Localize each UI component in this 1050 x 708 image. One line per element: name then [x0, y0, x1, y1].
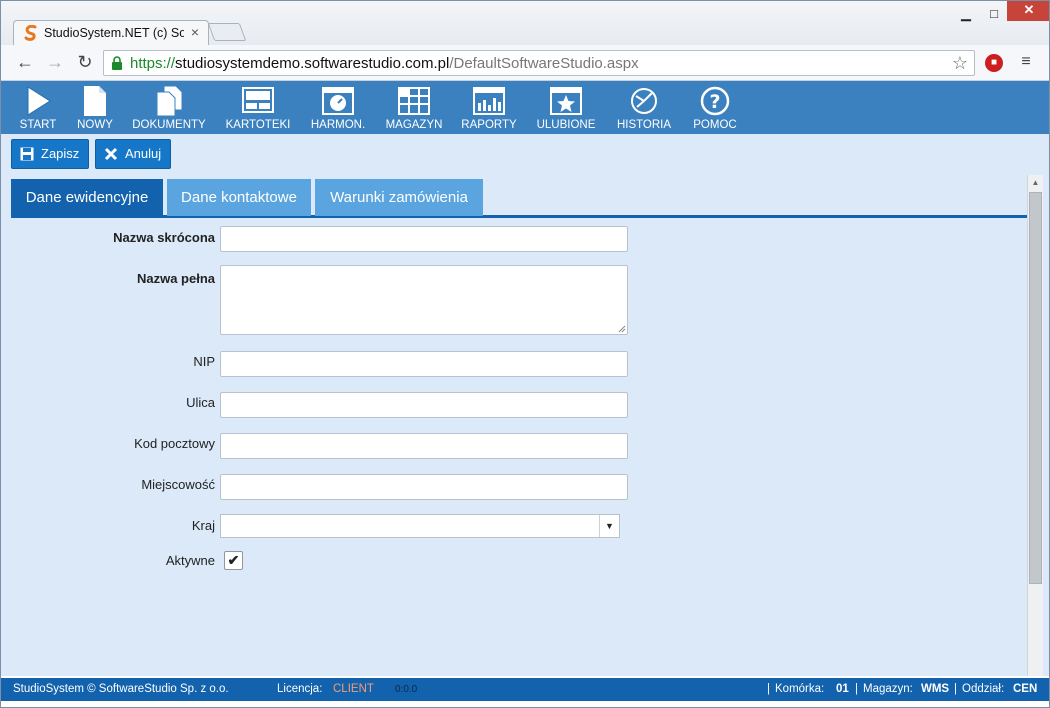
resize-grip-icon[interactable]: [618, 325, 626, 333]
short-name-label: Nazwa skrócona: [113, 230, 215, 245]
browser-tab[interactable]: StudioSystem.NET (c) Soft ×: [13, 20, 209, 45]
window-close-button[interactable]: ✕: [1007, 1, 1049, 21]
branch-label: Oddział:: [962, 683, 1005, 695]
warehouse-value: WMS: [921, 683, 950, 695]
nav-item-ulubione[interactable]: ULUBIONE: [533, 81, 599, 134]
nav-label: KARTOTEKI: [225, 119, 291, 131]
svg-text:?: ?: [709, 91, 720, 113]
branch-value: CEN: [1013, 683, 1038, 695]
tab-dane-ewidencyjne[interactable]: Dane ewidencyjne: [11, 179, 163, 216]
nav-item-start[interactable]: START: [11, 81, 65, 134]
nav-item-nowy[interactable]: NOWY: [71, 81, 119, 134]
content-area: Zapisz Anuluj Dane ewidencyjne Dane kont…: [1, 134, 1049, 676]
help-icon: ?: [700, 86, 730, 116]
schedule-icon: [322, 87, 354, 115]
city-input[interactable]: [220, 474, 628, 500]
play-icon: [27, 86, 51, 116]
nav-label: DOKUMENTY: [132, 119, 206, 131]
nav-item-dokumenty[interactable]: DOKUMENTY: [129, 81, 209, 134]
save-button[interactable]: Zapisz: [11, 139, 89, 169]
nip-input[interactable]: [220, 351, 628, 377]
browser-title-bar: StudioSystem.NET (c) Soft × ▁ □ ✕: [1, 1, 1049, 45]
status-bar: StudioSystem © SoftwareStudio Sp. z o.o.…: [1, 678, 1049, 701]
cancel-button[interactable]: Anuluj: [95, 139, 171, 169]
new-tab-button[interactable]: [207, 23, 247, 41]
tab-warunki-zamowienia[interactable]: Warunki zamówienia: [315, 179, 483, 216]
browser-menu-icon[interactable]: ≡: [1017, 53, 1035, 71]
nav-item-pomoc[interactable]: ? POMOC: [689, 81, 741, 134]
documents-icon: [156, 85, 183, 117]
nav-label: MAGAZYN: [385, 119, 443, 131]
nav-label: NOWY: [77, 119, 113, 131]
scroll-up-icon[interactable]: ▲: [1028, 175, 1043, 190]
save-button-label: Zapisz: [41, 146, 80, 161]
cell-value: 01: [836, 683, 849, 695]
close-x-icon: [104, 147, 118, 161]
window-maximize-button[interactable]: □: [981, 5, 1007, 23]
app-main-nav: START NOWY DOKUMENTY KARTOTEKI HARMON. M…: [1, 81, 1049, 134]
warehouse-label: Magazyn:: [863, 683, 913, 695]
report-chart-icon: [473, 87, 505, 115]
nav-item-kartoteki[interactable]: KARTOTEKI: [221, 81, 295, 134]
cell-label: Komórka:: [775, 683, 825, 695]
short-name-input[interactable]: [220, 226, 628, 252]
cancel-button-label: Anuluj: [125, 146, 162, 161]
address-url: https://studiosystemdemo.softwarestudio.…: [130, 55, 639, 72]
active-label: Aktywne: [165, 553, 215, 568]
full-name-label: Nazwa pełna: [136, 271, 215, 286]
lock-icon: [112, 56, 122, 70]
forward-arrow-icon[interactable]: →: [43, 51, 67, 73]
postal-code-label: Kod pocztowy: [134, 436, 215, 451]
vertical-scrollbar[interactable]: ▲: [1027, 175, 1043, 676]
chevron-down-icon[interactable]: ▼: [599, 515, 619, 537]
address-bar[interactable]: https://studiosystemdemo.softwarestudio.…: [103, 50, 975, 76]
session-timer: 0:0.0: [395, 684, 418, 695]
record-tabs: Dane ewidencyjne Dane kontaktowe Warunki…: [11, 179, 1027, 218]
floppy-disk-icon: [20, 147, 34, 161]
status-separator: |: [954, 683, 957, 695]
street-label: Ulica: [186, 395, 215, 410]
reload-icon[interactable]: ↻: [73, 51, 97, 73]
nav-item-historia[interactable]: HISTORIA: [611, 81, 677, 134]
nav-label: ULUBIONE: [536, 119, 596, 131]
back-arrow-icon[interactable]: ←: [13, 51, 37, 73]
nav-label: START: [19, 119, 57, 131]
star-icon: [550, 87, 582, 115]
nav-label: RAPORTY: [461, 119, 517, 131]
nav-label: HISTORIA: [616, 119, 672, 131]
nav-label: POMOC: [693, 119, 737, 131]
nav-item-magazyn[interactable]: MAGAZYN: [381, 81, 447, 134]
license-value: CLIENT: [333, 683, 374, 695]
nav-label: HARMON.: [310, 119, 366, 131]
tab-close-icon[interactable]: ×: [188, 24, 202, 40]
license-label: Licencja:: [277, 683, 323, 695]
history-icon: [631, 88, 657, 114]
bookmark-star-icon[interactable]: ☆: [952, 53, 968, 74]
active-checkbox[interactable]: ✔: [224, 551, 243, 570]
record-form: Nazwa skrócona Nazwa pełna NIP Ulica Kod…: [11, 218, 1027, 676]
tab-dane-kontaktowe[interactable]: Dane kontaktowe: [167, 179, 311, 216]
nip-label: NIP: [193, 354, 215, 369]
nav-item-raporty[interactable]: RAPORTY: [457, 81, 521, 134]
window-minimize-button[interactable]: ▁: [953, 5, 979, 23]
adblock-extension-icon[interactable]: ■: [985, 54, 1003, 72]
card-file-icon: [242, 87, 274, 113]
browser-window: StudioSystem.NET (c) Soft × ▁ □ ✕ ← → ↻ …: [0, 0, 1050, 708]
status-separator: |: [767, 683, 770, 695]
browser-tab-title: StudioSystem.NET (c) Soft: [44, 26, 184, 40]
scrollbar-thumb[interactable]: [1029, 192, 1042, 584]
city-label: Miejscowość: [141, 477, 215, 492]
warehouse-grid-icon: [398, 87, 430, 115]
nav-item-harmon[interactable]: HARMON.: [307, 81, 369, 134]
browser-toolbar: ← → ↻ https://studiosystemdemo.softwares…: [1, 45, 1049, 81]
street-input[interactable]: [220, 392, 628, 418]
new-document-icon: [84, 86, 106, 116]
status-separator: |: [855, 683, 858, 695]
full-name-textarea[interactable]: [220, 265, 628, 335]
country-label: Kraj: [191, 518, 215, 533]
country-select[interactable]: ▼: [220, 514, 620, 538]
studiosystem-logo-icon: [24, 25, 37, 41]
postal-code-input[interactable]: [220, 433, 628, 459]
copyright-text: StudioSystem © SoftwareStudio Sp. z o.o.: [13, 683, 229, 695]
